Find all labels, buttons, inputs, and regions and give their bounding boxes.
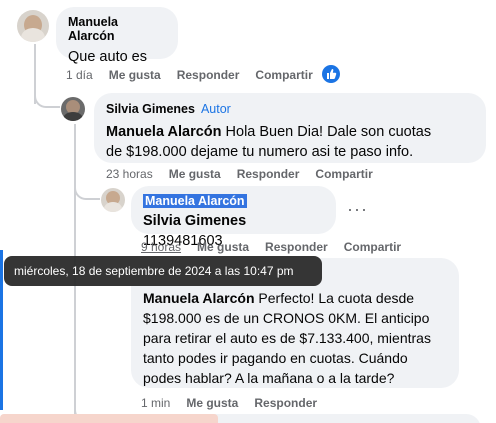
like-button[interactable]: Me gusta: [169, 167, 221, 181]
comment-actions: 23 horas Me gusta Responder Compartir: [106, 167, 389, 181]
reply-button[interactable]: Responder: [177, 68, 240, 82]
comment-author[interactable]: Manuela Alarcón: [143, 194, 247, 208]
thread-curve-reply-2: [74, 180, 100, 200]
selection-indicator: [0, 250, 3, 410]
avatar[interactable]: [17, 10, 49, 42]
mention-link[interactable]: Silvia Gimenes: [143, 213, 246, 229]
comment-bubble: Silvia Gimenes Autor Manuela Alarcón Hola…: [94, 93, 486, 163]
timestamp-tooltip: miércoles, 18 de septiembre de 2024 a la…: [4, 256, 322, 286]
like-button[interactable]: Me gusta: [186, 396, 238, 410]
share-button[interactable]: Compartir: [255, 68, 312, 82]
share-button[interactable]: Compartir: [315, 167, 372, 181]
comment-time[interactable]: 9 horas: [141, 240, 181, 254]
comment-time[interactable]: 1 día: [66, 68, 93, 82]
like-icon[interactable]: [322, 65, 340, 83]
comment-actions: 1 min Me gusta Responder: [141, 396, 333, 410]
comment-time[interactable]: 23 horas: [106, 167, 153, 181]
comment-author[interactable]: Manuela Alarcón: [68, 15, 166, 43]
comment-text: Que auto es: [68, 49, 147, 65]
mention-link[interactable]: Manuela Alarcón: [143, 290, 255, 306]
author-badge: Autor: [200, 102, 231, 116]
thread-curve-reply-1: [34, 60, 60, 108]
reply-button[interactable]: Responder: [254, 396, 317, 410]
input-preview: [0, 414, 218, 423]
like-button[interactable]: Me gusta: [197, 240, 249, 254]
comment-bubble: Manuela Alarcón Que auto es: [56, 7, 178, 65]
comment-bubble: Manuela Alarcón Silvia Gimenes 113948160…: [131, 186, 336, 249]
mention-link[interactable]: Manuela Alarcón: [106, 124, 222, 140]
comment-actions: 1 día Me gusta Responder Compartir: [66, 68, 329, 82]
like-button[interactable]: Me gusta: [109, 68, 161, 82]
avatar[interactable]: [61, 97, 85, 121]
avatar[interactable]: [101, 188, 125, 212]
more-options-icon[interactable]: ···: [347, 199, 368, 220]
comment-actions: 9 horas Me gusta Responder Compartir: [141, 240, 417, 254]
comment-author[interactable]: Silvia Gimenes: [106, 102, 195, 116]
comment-text: Manuela Alarcón Perfecto! La cuota desde…: [143, 290, 431, 386]
reply-button[interactable]: Responder: [265, 240, 328, 254]
comment-text: Manuela Alarcón Hola Buen Dia! Dale son …: [106, 124, 432, 160]
reply-button[interactable]: Responder: [237, 167, 300, 181]
share-button[interactable]: Compartir: [344, 240, 401, 254]
comment-time[interactable]: 1 min: [141, 396, 170, 410]
